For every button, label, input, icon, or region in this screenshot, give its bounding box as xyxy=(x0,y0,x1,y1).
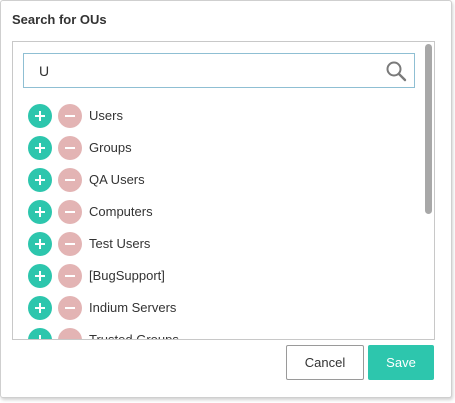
search-ous-dialog: Search for OUs Users Groups xyxy=(0,0,452,398)
cancel-button[interactable]: Cancel xyxy=(286,345,364,380)
plus-icon[interactable] xyxy=(28,200,52,224)
ou-results-list: Users Groups QA Users Computers Test Use xyxy=(28,104,408,340)
list-item: Computers xyxy=(28,200,408,232)
minus-icon[interactable] xyxy=(58,328,82,339)
plus-icon[interactable] xyxy=(28,328,52,339)
ou-label: QA Users xyxy=(89,172,145,187)
dialog-title: Search for OUs xyxy=(12,12,107,27)
list-item: Trusted Groups xyxy=(28,328,408,340)
ou-search-panel: Users Groups QA Users Computers Test Use xyxy=(12,41,435,340)
ou-label: Users xyxy=(89,108,123,123)
plus-icon[interactable] xyxy=(28,232,52,256)
list-item: Test Users xyxy=(28,232,408,264)
minus-icon[interactable] xyxy=(58,264,82,288)
ou-label: Computers xyxy=(89,204,153,219)
plus-icon[interactable] xyxy=(28,136,52,160)
save-button[interactable]: Save xyxy=(368,345,434,380)
search-icon[interactable] xyxy=(385,60,407,82)
plus-icon[interactable] xyxy=(28,168,52,192)
search-input[interactable] xyxy=(24,54,374,87)
list-item: [BugSupport] xyxy=(28,264,408,296)
plus-icon[interactable] xyxy=(28,104,52,128)
minus-icon[interactable] xyxy=(58,232,82,256)
minus-icon[interactable] xyxy=(58,296,82,320)
list-item: Indium Servers xyxy=(28,296,408,328)
ou-label: [BugSupport] xyxy=(89,268,165,283)
minus-icon[interactable] xyxy=(58,136,82,160)
list-item: Groups xyxy=(28,136,408,168)
minus-icon[interactable] xyxy=(58,200,82,224)
search-box xyxy=(23,53,415,88)
scrollbar-thumb[interactable] xyxy=(425,44,432,214)
plus-icon[interactable] xyxy=(28,264,52,288)
ou-label: Trusted Groups xyxy=(89,332,179,340)
list-item: Users xyxy=(28,104,408,136)
ou-label: Indium Servers xyxy=(89,300,177,315)
minus-icon[interactable] xyxy=(58,168,82,192)
minus-icon[interactable] xyxy=(58,104,82,128)
ou-label: Test Users xyxy=(89,236,151,251)
list-item: QA Users xyxy=(28,168,408,200)
list-scrollbar[interactable] xyxy=(423,42,434,339)
plus-icon[interactable] xyxy=(28,296,52,320)
ou-label: Groups xyxy=(89,140,132,155)
